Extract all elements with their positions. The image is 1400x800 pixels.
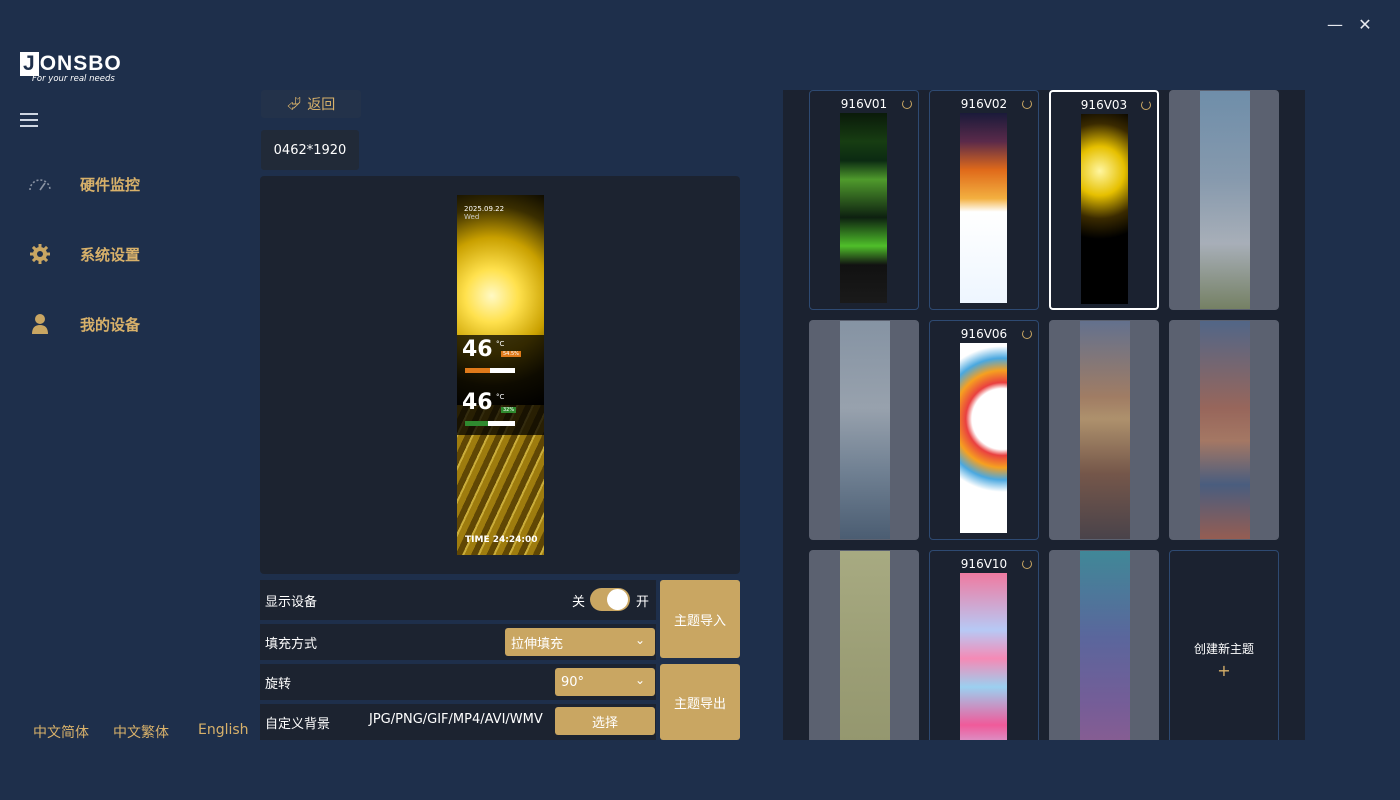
lang-traditional-chinese[interactable]: 中文繁体 (113, 722, 169, 742)
theme-card-8[interactable] (1169, 320, 1279, 540)
theme-card-916v02[interactable]: 916V02 (929, 90, 1039, 310)
toggle-knob (607, 589, 628, 610)
theme-preview-panel: 2025.09.22 Wed 46 °C 54.5% 46 °C 32% TIM… (260, 176, 740, 574)
theme-card-5[interactable] (809, 320, 919, 540)
sidebar-item-label: 系统设置 (80, 245, 141, 264)
preview-temp-2-unit: °C (496, 393, 505, 401)
rotation-select[interactable]: 90° ⌄ (555, 668, 655, 696)
fill-mode-row: 填充方式 拉伸填充 ⌄ (260, 624, 656, 660)
supported-formats: JPG/PNG/GIF/MP4/AVI/WMV (369, 712, 543, 727)
theme-card-4[interactable] (1169, 90, 1279, 310)
display-toggle-switch[interactable] (590, 588, 630, 611)
theme-thumbnail (840, 321, 890, 539)
chevron-down-icon: ⌄ (634, 633, 645, 647)
theme-card-7[interactable] (1049, 320, 1159, 540)
theme-thumbnail (960, 573, 1007, 740)
theme-card-916v10[interactable]: 916V10 (929, 550, 1039, 740)
preview-temp-1-badge: 54.5% (501, 351, 521, 357)
hamburger-menu-icon[interactable] (20, 113, 38, 127)
custom-background-label: 自定义背景 (265, 716, 331, 732)
rotation-row: 旋转 90° ⌄ (260, 664, 656, 700)
loading-icon (1141, 100, 1151, 110)
resolution-button[interactable]: 0462*1920 (261, 130, 359, 170)
lang-simplified-chinese[interactable]: 中文简体 (33, 722, 89, 742)
preview-bar-2-fill (465, 421, 488, 426)
import-theme-button[interactable]: 主题导入 (660, 580, 740, 658)
fill-mode-select[interactable]: 拉伸填充 ⌄ (505, 628, 655, 656)
export-theme-button[interactable]: 主题导出 (660, 664, 740, 740)
theme-card-916v01[interactable]: 916V01 (809, 90, 919, 310)
preview-bar-1-fill (465, 368, 490, 373)
minimize-icon[interactable]: — (1324, 14, 1346, 36)
fill-mode-value: 拉伸填充 (511, 636, 564, 652)
loading-icon (1022, 99, 1032, 109)
logo-brand: J ONSBO (20, 52, 145, 76)
theme-thumbnail (1080, 551, 1130, 740)
sidebar-item-my-devices[interactable]: 我的设备 (28, 309, 140, 339)
display-device-row: 显示设备 关 开 (260, 580, 656, 620)
rotation-value: 90° (561, 674, 585, 690)
sidebar-item-label: 我的设备 (80, 315, 141, 334)
rotation-label: 旋转 (265, 676, 292, 692)
theme-grid: 916V01 916V02 916V03 916V06 916V10 创建新主题… (783, 90, 1305, 740)
preview-temp-1-unit: °C (496, 340, 505, 348)
close-icon[interactable]: ✕ (1354, 14, 1376, 36)
preview-temp-1: 46 (462, 337, 493, 362)
theme-thumbnail (960, 113, 1007, 303)
preview-bar-2 (465, 421, 515, 426)
sidebar-item-hardware-monitor[interactable]: 硬件监控 (28, 169, 140, 199)
return-arrow-icon: ⮰ (286, 93, 302, 115)
plus-icon: + (1217, 661, 1231, 680)
theme-card-11[interactable] (1049, 550, 1159, 740)
lang-english[interactable]: English (198, 722, 249, 738)
theme-card-916v06[interactable]: 916V06 (929, 320, 1039, 540)
preview-temp-2: 46 (462, 390, 493, 415)
preview-day: Wed (464, 213, 480, 221)
back-button[interactable]: ⮰ 返回 (261, 90, 361, 118)
gear-icon (28, 242, 52, 266)
preview-bar-1 (465, 368, 515, 373)
preview-date: 2025.09.22 (464, 205, 505, 213)
logo-letter: J (20, 52, 39, 76)
theme-thumbnail (1200, 321, 1250, 539)
speedometer-icon (28, 172, 52, 196)
toggle-off-label: 关 (572, 595, 586, 610)
theme-card-9[interactable] (809, 550, 919, 740)
theme-thumbnail (840, 551, 890, 740)
loading-icon (1022, 559, 1032, 569)
fill-mode-label: 填充方式 (265, 636, 318, 652)
logo-tagline: For your real needs (32, 74, 115, 84)
toggle-on-label: 开 (636, 595, 650, 610)
theme-thumbnail (960, 343, 1007, 533)
display-device-label: 显示设备 (265, 594, 318, 610)
theme-card-916v03[interactable]: 916V03 (1049, 90, 1159, 310)
create-theme-label: 创建新主题 (1193, 642, 1254, 656)
logo-text: ONSBO (39, 52, 122, 75)
logo: J ONSBO For your real needs (20, 52, 145, 92)
sidebar-item-label: 硬件监控 (80, 175, 141, 194)
choose-file-button[interactable]: 选择 (555, 707, 655, 735)
create-new-theme-button[interactable]: 创建新主题 + (1169, 550, 1279, 740)
custom-background-row: 自定义背景 JPG/PNG/GIF/MP4/AVI/WMV 选择 (260, 704, 656, 740)
chevron-down-icon: ⌄ (634, 673, 645, 687)
theme-thumbnail (840, 113, 887, 303)
loading-icon (902, 99, 912, 109)
back-label: 返回 (307, 97, 336, 113)
preview-screen: 2025.09.22 Wed 46 °C 54.5% 46 °C 32% TIM… (457, 195, 544, 555)
preview-temp-2-badge: 32% (501, 407, 517, 413)
theme-thumbnail (1200, 91, 1250, 309)
sidebar-item-system-settings[interactable]: 系统设置 (28, 239, 140, 269)
preview-time: TIME 24:24:00 (465, 535, 538, 545)
theme-thumbnail (1081, 114, 1128, 304)
loading-icon (1022, 329, 1032, 339)
theme-thumbnail (1080, 321, 1130, 539)
user-icon (28, 312, 52, 336)
